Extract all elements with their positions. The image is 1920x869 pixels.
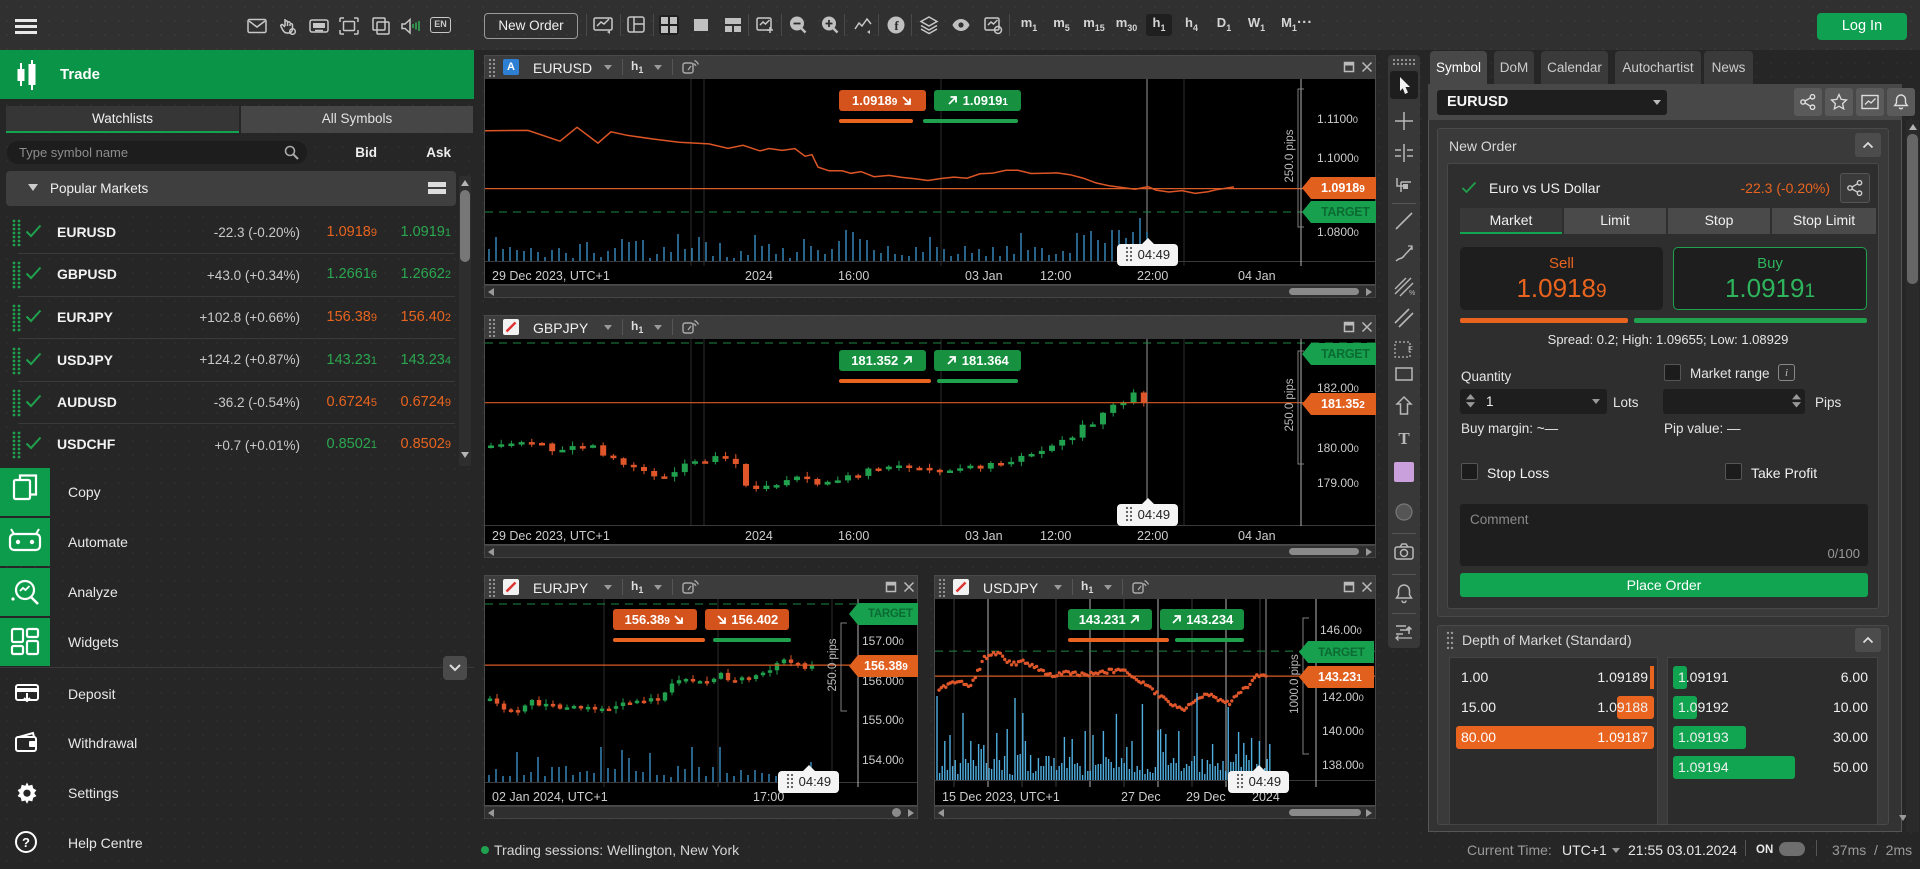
svg-text:%: % [1409, 290, 1415, 297]
svg-text:T: T [1398, 429, 1410, 448]
svg-text:F: F [1408, 345, 1413, 354]
svg-text:f: f [894, 18, 899, 33]
svg-text:?: ? [22, 835, 30, 850]
